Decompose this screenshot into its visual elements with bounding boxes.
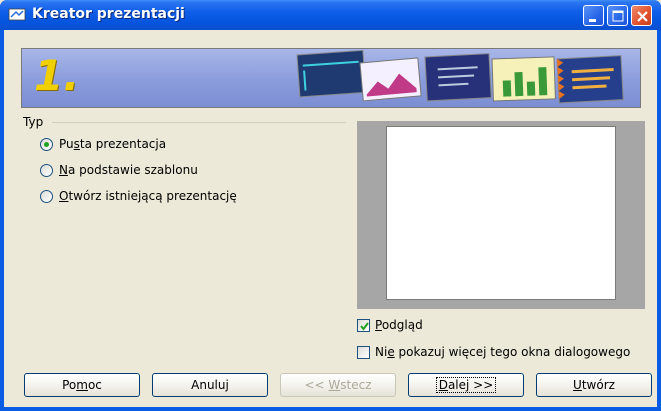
maximize-icon	[612, 10, 624, 22]
checkmark-icon	[360, 321, 369, 331]
preview-checkbox[interactable]: Podgląd	[357, 318, 423, 332]
wizard-banner: 1.	[21, 48, 641, 108]
group-divider	[52, 122, 346, 123]
preview-panel	[357, 121, 645, 309]
slide-thumbnails-graphic	[296, 49, 624, 104]
back-button[interactable]: << Wstecz	[280, 373, 396, 397]
checkbox[interactable]	[357, 345, 370, 359]
maximize-button[interactable]	[607, 5, 628, 26]
checkbox-label: Nie pokazuj więcej tego okna dialogowego	[375, 345, 631, 359]
dialog-window: Kreator prezentacji 1. Typ Pusta prezent…	[0, 0, 661, 411]
radio-from-template[interactable]: Na podstawie szablonu	[40, 163, 198, 177]
radio-label: Pusta prezentacja	[59, 137, 167, 151]
radio-button-checked[interactable]	[40, 137, 53, 151]
help-button[interactable]: Pomoc	[24, 373, 140, 397]
radio-empty-presentation[interactable]: Pusta prezentacja	[40, 137, 166, 151]
checkbox-label: Podgląd	[375, 318, 423, 332]
type-group-label: Typ	[23, 115, 44, 129]
radio-label: Na podstawie szablonu	[59, 163, 198, 177]
impress-app-icon	[8, 8, 26, 21]
window-title: Kreator prezentacji	[32, 6, 185, 22]
radio-open-existing[interactable]: Otwórz istniejącą prezentację	[40, 189, 237, 203]
next-button[interactable]: Dalej >>	[408, 373, 524, 397]
checkbox-checked[interactable]	[357, 318, 370, 332]
minimize-button[interactable]	[583, 5, 604, 26]
close-button[interactable]	[631, 5, 652, 26]
dont-show-again-checkbox[interactable]: Nie pokazuj więcej tego okna dialogowego	[357, 345, 630, 359]
radio-button[interactable]	[40, 189, 53, 203]
preview-slide	[386, 126, 616, 300]
minimize-icon	[589, 19, 596, 22]
radio-label: Otwórz istniejącą prezentację	[59, 189, 237, 203]
create-button[interactable]: Utwórz	[536, 373, 652, 397]
close-icon	[637, 11, 648, 22]
cancel-button[interactable]: Anuluj	[152, 373, 268, 397]
title-bar[interactable]: Kreator prezentacji	[0, 0, 661, 30]
radio-button[interactable]	[40, 163, 53, 177]
